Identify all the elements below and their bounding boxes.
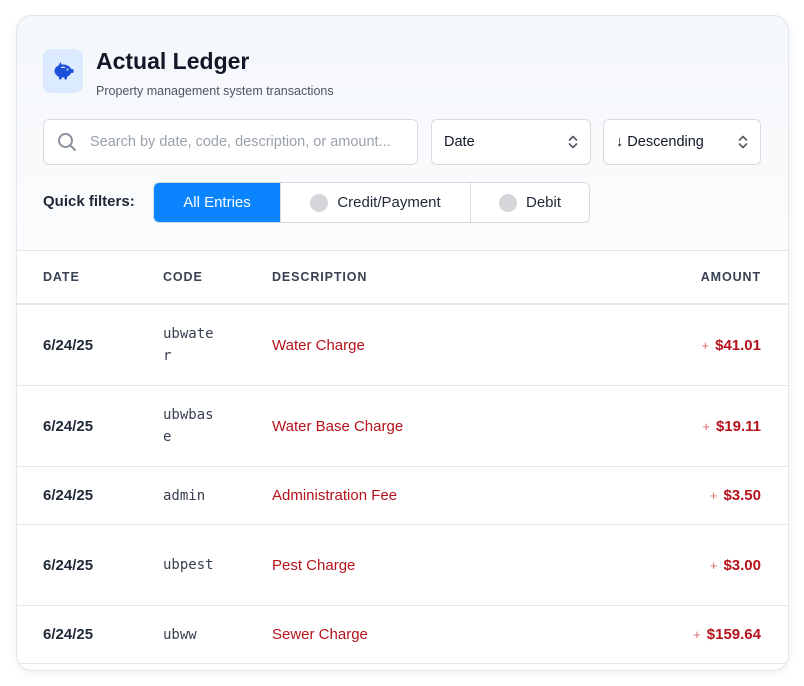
chevron-up-down-icon <box>568 134 578 150</box>
row-date: 6/24/25 <box>43 417 94 435</box>
plus-icon: + <box>702 418 710 434</box>
row-code: ubpest <box>163 557 214 573</box>
filter-debit[interactable]: Debit <box>471 183 589 222</box>
column-header-code[interactable]: CODE <box>163 270 203 284</box>
row-code: ubwbase <box>163 407 214 445</box>
sort-field-value: Date <box>444 134 475 150</box>
row-description: Sewer Charge <box>272 626 368 643</box>
row-code: ubww <box>163 626 197 643</box>
radio-dot-icon <box>498 193 517 212</box>
row-amount: + $41.01 <box>702 337 761 354</box>
filter-all-entries[interactable]: All Entries <box>154 183 281 222</box>
row-amount: + $3.00 <box>710 557 761 574</box>
plus-icon: + <box>701 337 710 353</box>
amount-value: $41.01 <box>715 336 761 354</box>
piggy-bank-icon <box>43 49 83 93</box>
quick-filters-label: Quick filters: <box>43 193 135 210</box>
row-date: 6/24/25 <box>43 556 94 574</box>
table-row[interactable]: 6/24/25 ubww Sewer Charge + $159.64 <box>17 606 788 664</box>
row-code: admin <box>163 487 206 504</box>
page-title: Actual Ledger <box>96 48 250 74</box>
row-date: 6/24/25 <box>43 487 94 504</box>
plus-icon: + <box>709 488 718 503</box>
amount-value: $159.64 <box>706 626 761 643</box>
table-row[interactable]: 6/24/25 admin Administration Fee + $3.50 <box>17 467 788 525</box>
amount-value: $3.50 <box>723 487 761 504</box>
column-header-date[interactable]: DATE <box>43 270 80 284</box>
row-amount: + $159.64 <box>693 626 761 643</box>
table-row[interactable]: 6/24/25 ubwater Water Charge + $41.01 <box>17 305 788 386</box>
sort-order-select[interactable]: ↓ Descending <box>603 119 761 165</box>
radio-dot-icon <box>310 193 329 212</box>
table-header: DATE CODE DESCRIPTION AMOUNT <box>17 251 788 305</box>
amount-value: $3.00 <box>723 556 761 574</box>
sort-order-value: ↓ Descending <box>616 134 704 150</box>
search-input[interactable] <box>90 134 410 150</box>
row-amount: + $19.11 <box>702 418 761 435</box>
plus-icon: + <box>709 557 718 573</box>
row-description: Pest Charge <box>272 556 356 574</box>
search-icon <box>57 132 77 152</box>
filter-credit-payment[interactable]: Credit/Payment <box>281 183 471 222</box>
plus-icon: + <box>693 627 701 642</box>
search-box[interactable] <box>43 119 418 165</box>
filter-label: Credit/Payment <box>337 194 441 211</box>
row-amount: + $3.50 <box>710 487 761 504</box>
column-header-description[interactable]: DESCRIPTION <box>272 270 367 284</box>
row-date: 6/24/25 <box>43 626 94 643</box>
row-description: Water Base Charge <box>272 417 404 435</box>
ledger-header: Actual Ledger Property management system… <box>17 16 788 251</box>
page-subtitle: Property management system transactions <box>96 84 334 98</box>
ledger-card: Actual Ledger Property management system… <box>16 15 789 671</box>
row-date: 6/24/25 <box>43 336 94 354</box>
sort-field-select[interactable]: Date <box>431 119 591 165</box>
table-row[interactable]: 6/24/25 ubpest Pest Charge + $3.00 <box>17 525 788 606</box>
amount-value: $19.11 <box>715 417 761 435</box>
table-row[interactable]: 6/24/25 ubwbase Water Base Charge + $19.… <box>17 386 788 467</box>
row-description: Water Charge <box>272 336 365 354</box>
row-code: ubwater <box>163 326 214 364</box>
quick-filter-group: All Entries Credit/Payment Debit <box>153 182 590 223</box>
row-description: Administration Fee <box>272 487 398 504</box>
column-header-amount[interactable]: AMOUNT <box>701 270 761 284</box>
filter-label: Debit <box>525 194 562 211</box>
chevron-up-down-icon <box>738 134 748 150</box>
filter-label: All Entries <box>183 194 251 211</box>
